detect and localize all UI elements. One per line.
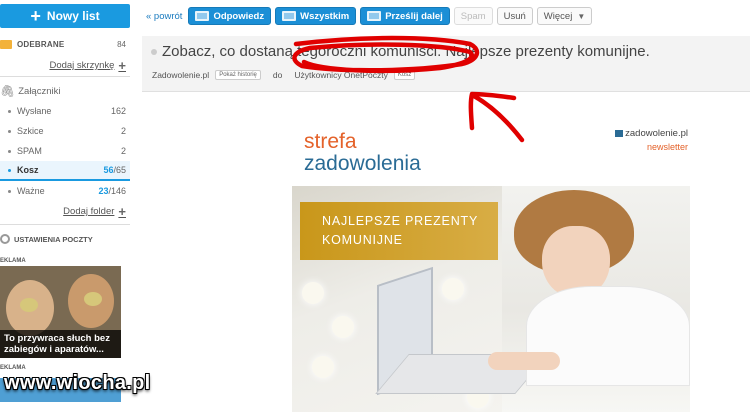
new-message-label: Nowy list [46, 9, 100, 23]
delete-label: Usuń [503, 10, 526, 22]
ad-banner[interactable]: To przywraca słuch bez zabiegów i aparat… [0, 266, 121, 358]
folder-count: 162 [110, 106, 126, 116]
add-mailbox-label: Dodaj skrzynkę [49, 60, 115, 71]
ad-label: EKLAMA [0, 258, 26, 264]
sidebar-item-attachments[interactable]: 🖇 Załączniki [0, 84, 60, 98]
spam-label: Spam [460, 10, 486, 22]
reply-all-label: Wszystkim [300, 10, 350, 22]
sidebar-item-trash[interactable]: Kosz 56/65 [0, 161, 130, 181]
new-message-button[interactable]: + Nowy list [0, 4, 130, 28]
chevron-down-icon: ▼ [577, 11, 586, 21]
brand-logo[interactable]: zadowolenie.pl newsletter [615, 128, 688, 152]
message-meta: Zadowolenie.pl Pokaż historię do Użytkow… [152, 70, 416, 80]
sidebar-item-sent[interactable]: Wysłane 162 [0, 101, 130, 121]
add-folder-link[interactable]: Dodaj folder + [63, 204, 126, 219]
to-label: do [272, 70, 283, 80]
sidebar: + Nowy list ODEBRANE 84 Dodaj skrzynkę +… [0, 0, 130, 412]
folder-badge: Kosz [393, 70, 416, 80]
flower-decoration [332, 316, 354, 338]
folder-count: 2 [120, 146, 126, 156]
reply-button[interactable]: Odpowiedz [188, 7, 272, 25]
folder-count: 23/146 [98, 186, 126, 196]
message-header: Zobacz, co dostaną tegoroczni komuniści.… [142, 36, 750, 92]
bullet-icon [8, 168, 11, 172]
forward-icon [367, 11, 382, 21]
flower-decoration [302, 282, 324, 304]
folder-label: Wysłane [17, 106, 52, 116]
folder-label: SPAM [17, 146, 42, 156]
reply-label: Odpowiedz [213, 10, 265, 22]
paperclip-icon: 🖇 [0, 84, 16, 98]
reply-icon [195, 11, 210, 21]
message-subject: Zobacz, co dostaną tegoroczni komuniści.… [162, 43, 650, 60]
site-watermark: www.wiocha.pl [4, 372, 151, 394]
forward-button[interactable]: Prześlij dalej [360, 7, 450, 25]
unread-dot-icon [151, 49, 157, 55]
mail-settings-link[interactable]: USTAWIENIA POCZTY [0, 234, 93, 244]
flower-decoration [312, 356, 334, 378]
promo-line1: NAJLEPSZE PREZENTY [322, 214, 479, 228]
show-history-button[interactable]: Pokaż historię [215, 70, 261, 80]
inbox-count: 84 [117, 39, 126, 49]
divider [0, 224, 130, 225]
more-label: Więcej [543, 10, 573, 22]
brand-subtitle: newsletter [646, 142, 688, 152]
newsletter-logo-line1: strefa [304, 130, 357, 153]
sender[interactable]: Zadowolenie.pl [152, 70, 209, 80]
folder-label: Kosz [17, 165, 39, 175]
envelope-icon [0, 39, 12, 49]
ad-caption: To przywraca słuch bez zabiegów i aparat… [0, 330, 121, 358]
add-folder-label: Dodaj folder [63, 206, 115, 217]
plus-icon: + [118, 204, 126, 219]
back-link[interactable]: « powrót [146, 11, 182, 22]
cart-icon [615, 129, 624, 137]
folder-count: 56/65 [103, 165, 126, 175]
ad-image-nut [84, 292, 102, 306]
folder-label: Szkice [17, 126, 44, 136]
message-toolbar: « powrót Odpowiedz Wszystkim Prześlij da… [142, 6, 750, 26]
hero-image[interactable]: NAJLEPSZE PREZENTY KOMUNIJNE [292, 186, 690, 412]
promo-banner[interactable]: NAJLEPSZE PREZENTY KOMUNIJNE [300, 202, 498, 260]
spam-button[interactable]: Spam [453, 7, 493, 25]
flower-decoration [442, 278, 464, 300]
ad-image-nut [20, 298, 38, 312]
reply-all-icon [282, 11, 297, 21]
bullet-icon [8, 149, 11, 153]
bullet-icon [8, 129, 11, 133]
sidebar-item-important[interactable]: Ważne 23/146 [0, 181, 130, 201]
girl-arm [488, 352, 560, 370]
newsletter-body: strefa zadowolenia zadowolenie.pl newsle… [292, 120, 692, 412]
ad-label: EKLAMA [0, 365, 26, 371]
gear-icon [0, 234, 10, 244]
settings-label: USTAWIENIA POCZTY [14, 234, 93, 244]
inbox-label: ODEBRANE [17, 39, 65, 49]
attachments-label: Załączniki [18, 85, 61, 97]
newsletter-logo-line2: zadowolenia [304, 152, 421, 175]
recipient[interactable]: Użytkownicy OnetPoczty [294, 70, 388, 80]
bullet-icon [8, 189, 11, 193]
divider [0, 76, 130, 77]
more-dropdown[interactable]: Więcej ▼ [536, 7, 593, 25]
sidebar-item-drafts[interactable]: Szkice 2 [0, 121, 130, 141]
plus-icon: + [30, 6, 41, 26]
folder-count: 2 [120, 126, 126, 136]
promo-line2: KOMUNIJNE [322, 233, 403, 247]
reply-all-button[interactable]: Wszystkim [275, 7, 357, 25]
sidebar-item-inbox[interactable]: ODEBRANE 84 [0, 36, 130, 52]
girl-dress [526, 286, 690, 386]
folder-label: Ważne [17, 186, 45, 196]
bullet-icon [8, 109, 11, 113]
delete-button[interactable]: Usuń [496, 7, 533, 25]
add-mailbox-link[interactable]: Dodaj skrzynkę + [49, 58, 126, 73]
plus-icon: + [118, 58, 126, 73]
brand-name: zadowolenie.pl [625, 128, 688, 139]
sidebar-item-spam[interactable]: SPAM 2 [0, 141, 130, 161]
forward-label: Prześlij dalej [385, 10, 443, 22]
